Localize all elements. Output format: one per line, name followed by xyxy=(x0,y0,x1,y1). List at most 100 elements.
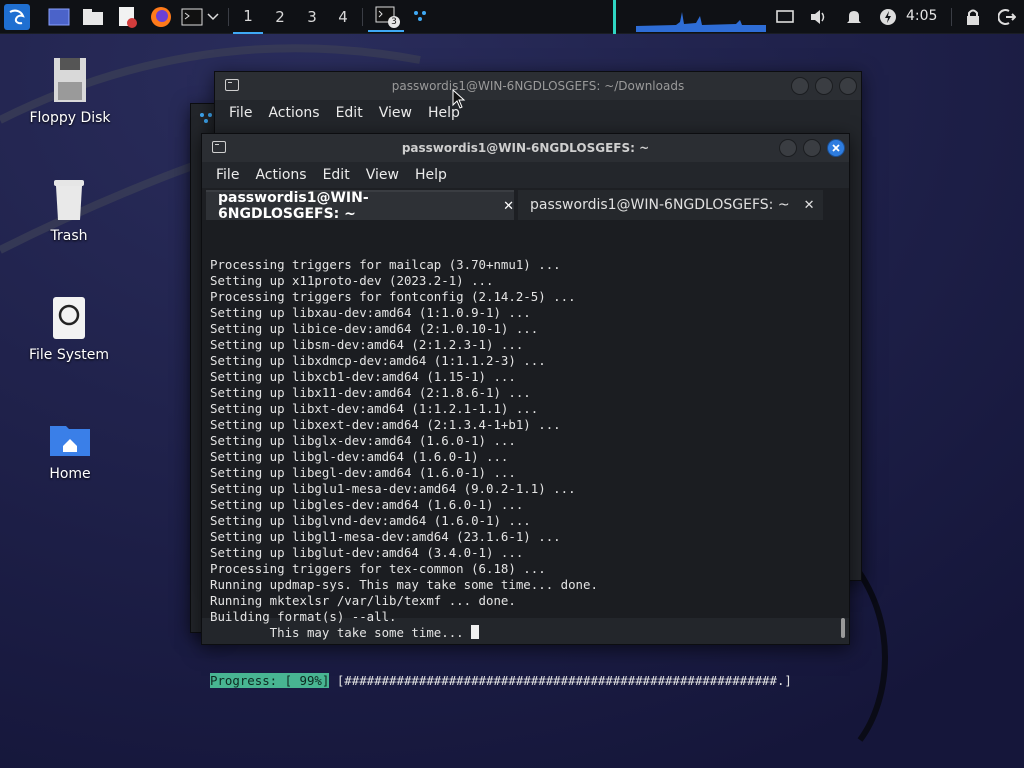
tab-label: passwordis1@WIN-6NGDLOSGEFS: ~ xyxy=(218,190,369,222)
display-button[interactable] xyxy=(774,4,796,30)
scrollbar-thumb[interactable] xyxy=(841,618,845,638)
window-title: passwordis1@WIN-6NGDLOSGEFS: ~/Downloads xyxy=(391,79,685,93)
kali-small-icon xyxy=(200,113,212,123)
firefox-button[interactable] xyxy=(148,4,174,30)
close-button[interactable] xyxy=(839,77,857,95)
terminal-line: Setting up libxext-dev:amd64 (2:1.3.4-1+… xyxy=(210,417,561,432)
menu-bar: File Actions Edit View Help xyxy=(215,100,861,126)
maximize-button[interactable] xyxy=(815,77,833,95)
close-icon xyxy=(832,144,840,152)
taskbar-app-button[interactable] xyxy=(410,4,430,30)
desktop-icon-label: Home xyxy=(49,466,91,482)
menu-file[interactable]: File xyxy=(216,167,239,183)
terminal-line: Setting up libglu1-mesa-dev:amd64 (9.0.2… xyxy=(210,481,576,496)
panel-separator xyxy=(228,8,229,26)
progress-label: Progress: [ 99%] xyxy=(210,673,330,688)
terminal-output[interactable]: Processing triggers for mailcap (3.70+nm… xyxy=(202,220,849,688)
logout-button[interactable] xyxy=(996,4,1018,30)
menu-file[interactable]: File xyxy=(229,105,252,121)
terminal-line: Running mktexlsr /var/lib/texmf ... done… xyxy=(210,593,516,608)
power-manager-button[interactable] xyxy=(877,4,899,30)
tab-1[interactable]: passwordis1@WIN-6NGDLOSGEFS: ~ ✕ xyxy=(206,190,514,222)
terminal-line: Building format(s) --all. xyxy=(210,609,397,624)
terminal-line: This may take some time... xyxy=(210,625,849,641)
terminal-line: Setting up libglvnd-dev:amd64 (1.6.0-1) … xyxy=(210,513,531,528)
menu-view[interactable]: View xyxy=(366,167,399,183)
desktop-icon-label: Trash xyxy=(50,228,88,244)
kali-small-icon xyxy=(414,11,426,21)
terminal-icon xyxy=(181,8,203,26)
desktop-icon-file-system[interactable]: File System xyxy=(14,295,124,363)
workspace-4[interactable]: 4 xyxy=(328,0,358,34)
window-count-badge: 3 xyxy=(388,16,400,28)
maximize-button[interactable] xyxy=(803,139,821,157)
chevron-down-icon xyxy=(207,13,219,21)
kali-dragon-icon xyxy=(9,9,25,25)
tab-close-icon[interactable]: ✕ xyxy=(804,198,815,213)
volume-button[interactable] xyxy=(808,4,830,30)
terminal-icon xyxy=(212,141,226,153)
show-desktop-button[interactable] xyxy=(46,4,72,30)
terminal-window-home[interactable]: passwordis1@WIN-6NGDLOSGEFS: ~ File Acti… xyxy=(201,133,850,688)
clock[interactable]: 4:05 xyxy=(906,8,937,24)
terminal-line: Setting up libice-dev:amd64 (2:1.0.10-1)… xyxy=(210,321,539,336)
taskbar-terminal-group[interactable]: 3 xyxy=(368,2,404,32)
monitor-icon xyxy=(776,10,794,23)
terminal-line: Setting up libgl-dev:amd64 (1.6.0-1) ... xyxy=(210,449,509,464)
menu-bar: File Actions Edit View Help xyxy=(202,162,849,188)
logout-icon xyxy=(998,9,1016,25)
mouse-cursor-icon xyxy=(452,89,466,109)
floppy-disk-icon xyxy=(54,58,86,102)
menu-actions[interactable]: Actions xyxy=(255,167,306,183)
terminal-line: Setting up libglx-dev:amd64 (1.6.0-1) ..… xyxy=(210,433,516,448)
terminal-line: Running updmap-sys. This may take some t… xyxy=(210,577,598,592)
bell-icon xyxy=(847,11,861,23)
app-menu-button[interactable] xyxy=(4,4,30,30)
desktop-icon-floppy-disk[interactable]: Floppy Disk xyxy=(15,56,125,126)
terminal-line: Setting up libgl1-mesa-dev:amd64 (23.1.6… xyxy=(210,529,561,544)
desktop-icon-trash[interactable]: Trash xyxy=(14,176,124,244)
window-title: passwordis1@WIN-6NGDLOSGEFS: ~ xyxy=(401,141,650,155)
notifications-button[interactable] xyxy=(843,4,865,30)
terminal-launcher-button[interactable] xyxy=(178,4,222,30)
tab-2[interactable]: passwordis1@WIN-6NGDLOSGEFS: ~ ✕ xyxy=(518,190,823,220)
menu-view[interactable]: View xyxy=(379,105,412,121)
terminal-icon xyxy=(225,79,239,91)
close-button[interactable] xyxy=(827,139,845,157)
lock-screen-button[interactable] xyxy=(962,4,984,30)
minimize-button[interactable] xyxy=(791,77,809,95)
window-titlebar[interactable]: passwordis1@WIN-6NGDLOSGEFS: ~/Downloads xyxy=(215,72,861,100)
hard-drive-icon xyxy=(53,297,85,339)
menu-edit[interactable]: Edit xyxy=(336,105,363,121)
menu-edit[interactable]: Edit xyxy=(323,167,350,183)
desktop-icon-home[interactable]: Home xyxy=(15,416,125,482)
workspace-1[interactable]: 1 xyxy=(233,0,263,34)
terminal-line: Setting up libsm-dev:amd64 (2:1.2.3-1) .… xyxy=(210,337,524,352)
terminal-line: Setting up libegl-dev:amd64 (1.6.0-1) ..… xyxy=(210,465,516,480)
terminal-line: Setting up libxau-dev:amd64 (1:1.0.9-1) … xyxy=(210,305,531,320)
progress-bar: [#######################################… xyxy=(329,673,792,688)
speaker-icon xyxy=(811,10,825,24)
terminal-line: Processing triggers for fontconfig (2.14… xyxy=(210,289,576,304)
panel-accent-bar xyxy=(613,0,616,34)
tab-close-icon[interactable]: ✕ xyxy=(503,199,514,214)
text-editor-icon xyxy=(119,7,137,28)
minimize-button[interactable] xyxy=(779,139,797,157)
trash-icon xyxy=(54,180,84,220)
tab-label: passwordis1@WIN-6NGDLOSGEFS: ~ xyxy=(530,197,790,213)
desktop-icon xyxy=(48,8,70,26)
panel-separator xyxy=(951,8,952,26)
menu-help[interactable]: Help xyxy=(415,167,447,183)
desktop-icon-label: Floppy Disk xyxy=(29,110,111,126)
workspace-2[interactable]: 2 xyxy=(265,0,295,34)
workspace-3[interactable]: 3 xyxy=(297,0,327,34)
file-manager-button[interactable] xyxy=(80,4,106,30)
window-titlebar[interactable]: passwordis1@WIN-6NGDLOSGEFS: ~ xyxy=(202,134,849,162)
terminal-lines: Processing triggers for mailcap (3.70+nm… xyxy=(210,257,849,641)
menu-actions[interactable]: Actions xyxy=(268,105,319,121)
cpu-graph xyxy=(636,4,766,32)
terminal-line: Processing triggers for tex-common (6.18… xyxy=(210,561,546,576)
terminal-line: Setting up x11proto-dev (2023.2-1) ... xyxy=(210,273,494,288)
text-editor-button[interactable] xyxy=(114,4,140,30)
firefox-icon xyxy=(151,7,171,27)
